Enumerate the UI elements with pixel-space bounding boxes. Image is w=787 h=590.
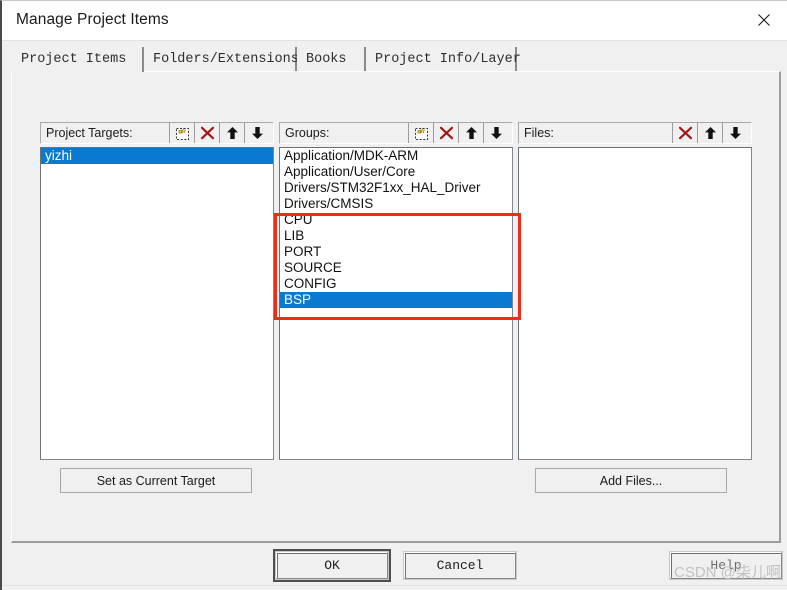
title-bar: Manage Project Items <box>2 1 787 41</box>
button-label: Cancel <box>436 558 484 573</box>
files-label: Files: <box>524 126 554 140</box>
project-targets-label: Project Targets: <box>46 126 133 140</box>
move-down-icon[interactable] <box>722 123 747 143</box>
groups-list[interactable]: Application/MDK-ARM Application/User/Cor… <box>279 147 513 460</box>
list-item[interactable]: CPU <box>280 212 512 228</box>
delete-icon[interactable] <box>672 123 697 143</box>
set-as-current-target-button[interactable]: Set as Current Target <box>60 468 252 493</box>
dialog-window: Manage Project Items Project Items Folde… <box>0 0 787 590</box>
tab-bar: Project Items Folders/Extensions Books P… <box>11 47 781 72</box>
button-label: OK <box>324 558 340 573</box>
files-list[interactable] <box>518 147 752 460</box>
delete-icon[interactable] <box>194 123 219 143</box>
list-item[interactable]: PORT <box>280 244 512 260</box>
tab-label: Project Items <box>21 52 127 67</box>
tab-label: Project Info/Layer <box>375 52 521 67</box>
tab-project-items[interactable]: Project Items <box>12 47 144 72</box>
files-header: Files: <box>518 122 752 144</box>
list-item[interactable]: BSP <box>280 292 512 308</box>
list-item[interactable]: Application/MDK-ARM <box>280 148 512 164</box>
button-label: Set as Current Target <box>96 473 216 488</box>
groups-header: Groups: <box>279 122 513 144</box>
move-up-icon[interactable] <box>219 123 244 143</box>
groups-label: Groups: <box>285 126 330 140</box>
list-item[interactable]: Drivers/STM32F1xx_HAL_Driver <box>280 180 512 196</box>
close-icon[interactable] <box>741 1 787 39</box>
delete-icon[interactable] <box>433 123 458 143</box>
add-files-button[interactable]: Add Files... <box>535 468 727 493</box>
tab-label: Folders/Extensions <box>153 52 299 67</box>
move-down-icon[interactable] <box>483 123 508 143</box>
tab-label: Books <box>306 52 347 67</box>
list-item[interactable]: Drivers/CMSIS <box>280 196 512 212</box>
tab-books[interactable]: Books <box>297 47 366 72</box>
move-down-icon[interactable] <box>244 123 269 143</box>
help-button[interactable]: Help <box>670 552 782 579</box>
list-item[interactable]: Application/User/Core <box>280 164 512 180</box>
project-targets-list[interactable]: yizhi <box>40 147 274 460</box>
new-item-icon[interactable] <box>408 123 433 143</box>
tab-project-info-layer[interactable]: Project Info/Layer <box>366 47 521 72</box>
move-up-icon[interactable] <box>458 123 483 143</box>
cancel-button[interactable]: Cancel <box>404 552 516 579</box>
window-bottom-edge <box>2 585 787 590</box>
tab-folders-extensions[interactable]: Folders/Extensions <box>144 47 299 72</box>
list-item[interactable]: SOURCE <box>280 260 512 276</box>
ok-button[interactable]: OK <box>273 549 391 582</box>
button-label: Add Files... <box>599 473 663 488</box>
move-up-icon[interactable] <box>697 123 722 143</box>
list-item[interactable]: CONFIG <box>280 276 512 292</box>
project-targets-header: Project Targets: <box>40 122 274 144</box>
list-item[interactable]: yizhi <box>41 148 273 164</box>
button-label: Help <box>710 558 742 573</box>
window-title: Manage Project Items <box>16 11 169 28</box>
list-item[interactable]: LIB <box>280 228 512 244</box>
new-item-icon[interactable] <box>169 123 194 143</box>
